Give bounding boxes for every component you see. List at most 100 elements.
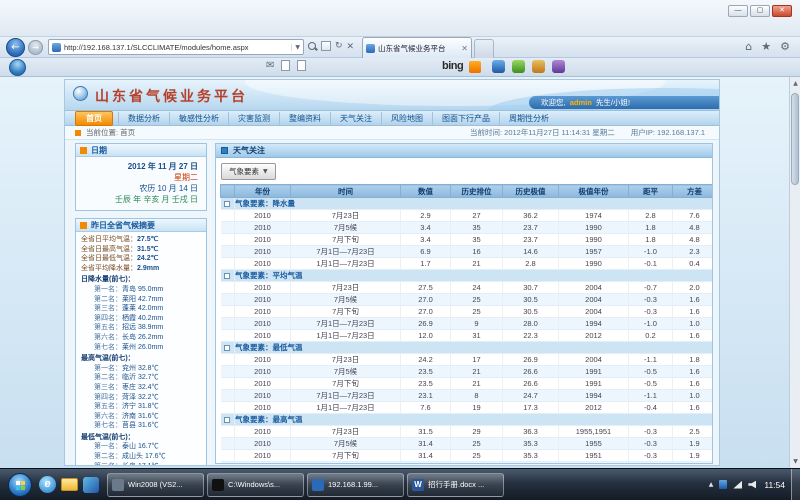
table-cell: 2.9: [401, 210, 451, 222]
table-row[interactable]: 20107月23日31.52936.31955,1951-0.32.5: [221, 426, 714, 438]
taskbar-button[interactable]: 192.168.1.99...: [307, 473, 404, 497]
rank-value: 莒县 31.6℃: [122, 422, 159, 429]
nav-item-6[interactable]: 风险地图: [381, 112, 432, 125]
table-cell: 24.7: [503, 390, 559, 402]
home-icon[interactable]: ⌂: [745, 40, 752, 53]
section-checkbox[interactable]: [224, 273, 230, 279]
table-row[interactable]: 20107月1日—7月23日26.9928.01994-1.01.0: [221, 318, 714, 330]
site-banner: 山东省气候业务平台 欢迎您, admin 先生/小姐!: [65, 80, 719, 110]
nav-item-5[interactable]: 天气关注: [330, 112, 381, 125]
table-row[interactable]: 20107月1日—7月23日6.91614.61957-1.02.3: [221, 246, 714, 258]
start-button[interactable]: [8, 473, 32, 497]
explorer-folder-icon[interactable]: [61, 478, 78, 491]
favorites-star-icon[interactable]: ★: [761, 40, 771, 53]
table-row[interactable]: 20107月5候27.02530.52004-0.31.6: [221, 294, 714, 306]
toolbar-app-icon-blue[interactable]: [492, 60, 505, 73]
table-row[interactable]: 20107月23日2.92736.219742.87.6: [221, 210, 714, 222]
compatibility-icon[interactable]: [321, 41, 331, 51]
settings-gear-icon[interactable]: ⚙: [780, 40, 790, 53]
taskbar-button[interactable]: C:\Windows\s...: [207, 473, 304, 497]
round-toolbar-button[interactable]: [9, 59, 26, 76]
taskbar-button[interactable]: Win2008 (VS2...: [107, 473, 204, 497]
url-text[interactable]: http://192.168.137.1/SLCCLIMATE/modules/…: [64, 43, 291, 52]
address-dropdown-icon[interactable]: ▼: [291, 44, 303, 51]
toolbar-app-icon-green[interactable]: [512, 60, 525, 73]
toolbar-app-icon-orange[interactable]: [532, 60, 545, 73]
table-row[interactable]: 20107月下旬3.43523.719901.84.8: [221, 234, 714, 246]
internet-explorer-icon[interactable]: e: [39, 476, 56, 493]
table-cell: 1月1日—7月23日: [291, 258, 401, 270]
stat-label: 全省平均降水量：: [81, 265, 137, 272]
refresh-icon[interactable]: ↻: [335, 40, 343, 52]
section-row: 气象要素：最高气温: [221, 414, 714, 426]
table-row[interactable]: 20107月5候23.52126.61991-0.51.6: [221, 366, 714, 378]
table-row[interactable]: 20107月5候31.42535.31955-0.31.9: [221, 438, 714, 450]
volume-icon[interactable]: [748, 481, 756, 489]
taskbar-button[interactable]: W招行手册.docx ...: [407, 473, 504, 497]
vertical-scrollbar[interactable]: ▲ ▼: [789, 77, 800, 468]
forward-button[interactable]: →: [28, 40, 43, 55]
new-tab-button[interactable]: [474, 39, 494, 58]
show-desktop-button[interactable]: [791, 469, 800, 500]
table-row[interactable]: 20107月1日—7月23日23.1824.71994-1.11.0: [221, 390, 714, 402]
action-center-icon[interactable]: [719, 480, 727, 489]
table-cell: 31.4: [401, 450, 451, 462]
table-row[interactable]: 20107月5候3.43523.719901.84.8: [221, 222, 714, 234]
stop-icon[interactable]: ✕: [347, 40, 355, 52]
nav-item-1[interactable]: 数据分析: [118, 112, 169, 125]
table-cell: 27.0: [401, 294, 451, 306]
back-button[interactable]: ←: [6, 38, 25, 57]
bing-logo[interactable]: bing: [442, 60, 463, 72]
media-player-icon[interactable]: [83, 477, 99, 493]
rank-value: 兖州 32.8℃: [122, 365, 159, 372]
browser-tab[interactable]: 山东省气候业务平台 ✕: [362, 37, 472, 58]
system-tray: ▲ 11:54: [709, 480, 791, 490]
table-cell: 24: [451, 282, 503, 294]
breadcrumb[interactable]: 当前位置: 首页: [86, 127, 135, 138]
table-row[interactable]: 20101月1日—7月23日12.03122.320120.21.6: [221, 330, 714, 342]
browser-toolbar: [0, 58, 800, 77]
table-row[interactable]: 20107月下旬23.52126.61991-0.51.6: [221, 378, 714, 390]
toolbar-app-icon-purple[interactable]: [552, 60, 565, 73]
section-checkbox[interactable]: [224, 417, 230, 423]
tray-expand-icon[interactable]: ▲: [709, 481, 714, 488]
scroll-down-icon[interactable]: ▼: [790, 456, 800, 467]
element-filter-button[interactable]: 气象要素 ▼: [221, 163, 276, 180]
nav-item-8[interactable]: 周期性分析: [499, 112, 558, 125]
nav-item-3[interactable]: 灾害监测: [228, 112, 279, 125]
bing-tile-icon[interactable]: [469, 61, 481, 73]
table-cell: 2010: [235, 246, 291, 258]
rank-item: 第三名：蓬莱 42.0mm: [81, 304, 204, 314]
nav-item-4[interactable]: 整编资料: [279, 112, 330, 125]
table-cell: 1951: [559, 450, 629, 462]
tab-close-icon[interactable]: ✕: [458, 44, 468, 53]
table-cell: -1.0: [629, 462, 673, 465]
taskbar-clock[interactable]: 11:54: [762, 480, 791, 490]
scroll-up-icon[interactable]: ▲: [790, 78, 800, 89]
table-row[interactable]: 20107月下旬27.02530.52004-0.31.6: [221, 306, 714, 318]
close-button[interactable]: ✕: [772, 5, 792, 17]
table-cell: 0.4: [673, 258, 714, 270]
network-icon[interactable]: [733, 481, 742, 489]
search-icon[interactable]: [308, 42, 317, 51]
scrollbar-thumb[interactable]: [791, 93, 799, 185]
section-checkbox[interactable]: [224, 201, 230, 207]
table-row[interactable]: 20107月23日27.52430.72004-0.72.0: [221, 282, 714, 294]
table-row[interactable]: 20107月23日24.21726.92004-1.11.8: [221, 354, 714, 366]
table-row[interactable]: 20107月下旬31.42535.31951-0.31.9: [221, 450, 714, 462]
table-row[interactable]: 20107月1日—7月23日31.5933.01997-1.01.1: [221, 462, 714, 465]
maximize-button[interactable]: ▢: [750, 5, 770, 17]
table-row[interactable]: 20101月1日—7月23日1.7212.81990-0.10.4: [221, 258, 714, 270]
rank-item: 第一名：泰山 16.7℃: [81, 442, 204, 452]
nav-item-2[interactable]: 敏感性分析: [169, 112, 228, 125]
welcome-suffix: 先生/小姐!: [596, 98, 630, 107]
nav-item-7[interactable]: 图面下行产品: [432, 112, 499, 125]
document-icon[interactable]: [281, 60, 290, 71]
print-icon[interactable]: [297, 60, 306, 71]
minimize-button[interactable]: —: [728, 5, 748, 17]
nav-item-0[interactable]: 首页: [75, 111, 113, 126]
table-row[interactable]: 20101月1日—7月23日7.61917.32012-0.41.6: [221, 402, 714, 414]
mail-icon[interactable]: ✉: [266, 60, 274, 71]
address-bar[interactable]: http://192.168.137.1/SLCCLIMATE/modules/…: [48, 39, 304, 55]
section-checkbox[interactable]: [224, 345, 230, 351]
